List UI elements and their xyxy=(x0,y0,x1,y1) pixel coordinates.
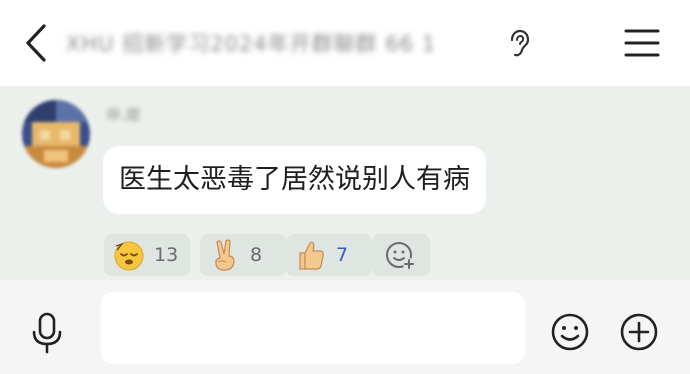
top-nav-bar: XHU 招新学习2024年开群聊群 66 1 xyxy=(0,0,690,86)
smiley-icon xyxy=(551,313,589,351)
chevron-left-icon xyxy=(26,24,46,62)
reaction-thumbs-up[interactable]: 7 xyxy=(286,234,372,276)
message-input[interactable] xyxy=(101,292,525,364)
reaction-sleepy[interactable]: 13 xyxy=(104,234,190,276)
input-bar xyxy=(0,280,690,374)
message-list: 申.靡 医生太恶毒了居然说别人有病 13 8 7 xyxy=(0,86,690,280)
peace-hand-icon xyxy=(215,239,235,271)
menu-button[interactable] xyxy=(620,24,664,62)
hamburger-menu-icon xyxy=(624,29,660,57)
add-reaction-icon xyxy=(386,242,415,270)
ear-icon[interactable] xyxy=(506,29,532,59)
microphone-icon xyxy=(32,312,62,354)
reaction-peace[interactable]: 8 xyxy=(200,234,286,276)
plus-circle-icon xyxy=(620,313,658,351)
reaction-count: 13 xyxy=(154,244,179,266)
add-reaction-button[interactable] xyxy=(372,234,430,276)
sender-name: 申.靡 xyxy=(106,106,141,124)
sleepy-face-icon xyxy=(114,241,144,271)
more-button[interactable] xyxy=(618,311,660,353)
voice-input-button[interactable] xyxy=(28,311,66,355)
avatar[interactable] xyxy=(22,100,90,168)
reaction-count: 7 xyxy=(336,244,349,266)
thumbs-up-icon xyxy=(299,241,324,270)
reaction-count: 8 xyxy=(250,244,263,266)
chat-title: XHU 招新学习2024年开群聊群 66 1 xyxy=(66,32,437,56)
message-bubble[interactable]: 医生太恶毒了居然说别人有病 xyxy=(103,146,486,214)
back-button[interactable] xyxy=(18,20,58,66)
emoji-button[interactable] xyxy=(549,311,591,353)
